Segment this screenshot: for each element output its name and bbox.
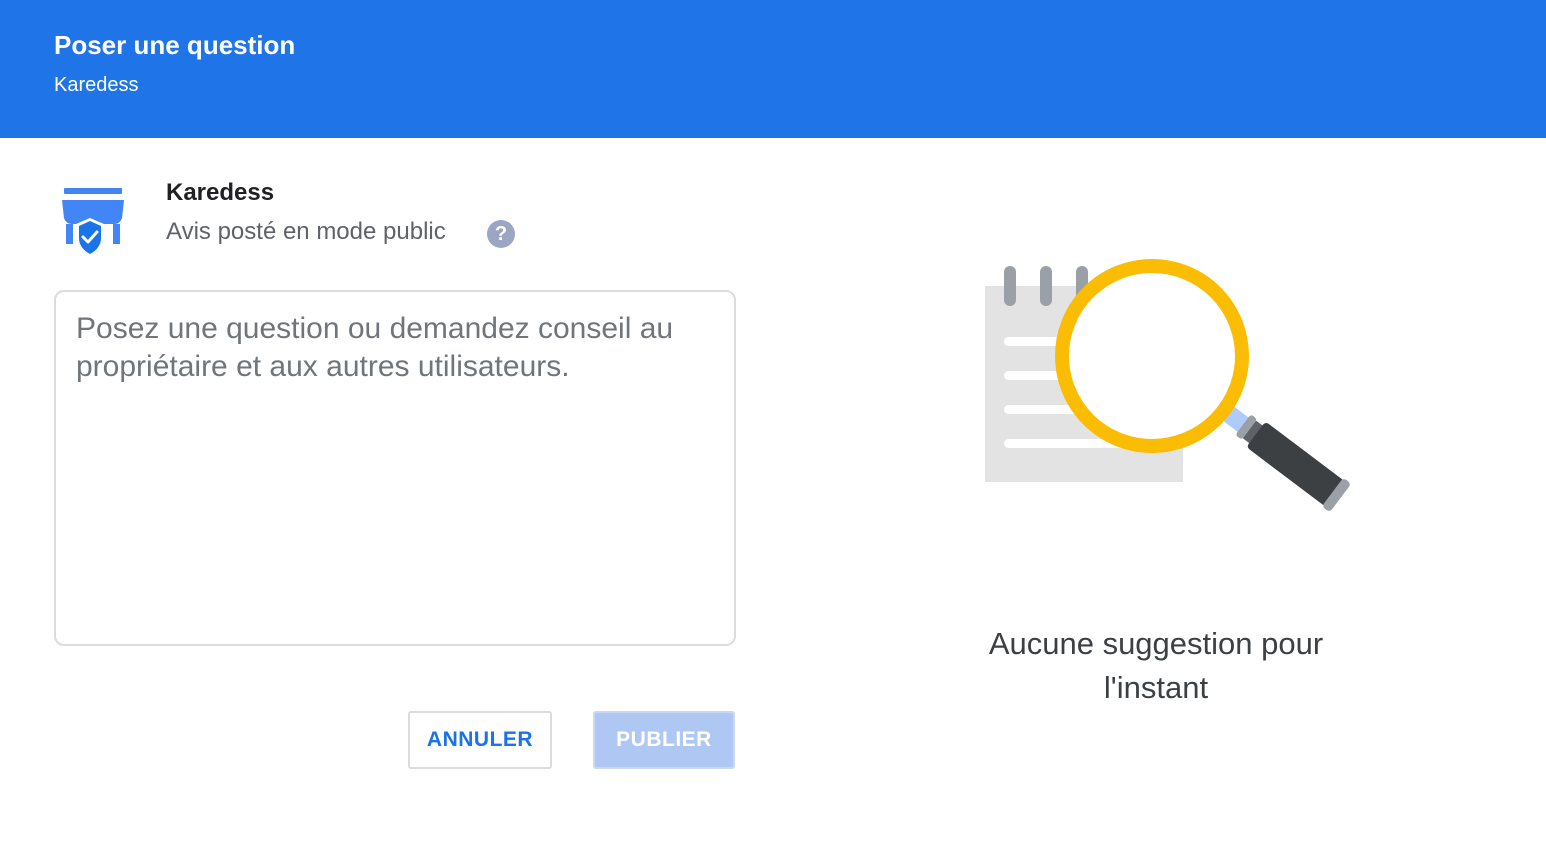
dialog-title: Poser une question (54, 30, 296, 60)
verified-storefront-icon (60, 188, 126, 262)
notepad-magnifier-illustration (960, 250, 1380, 540)
question-input[interactable] (76, 310, 714, 626)
ask-question-page: Poser une question Karedess Karedess Avi… (0, 0, 1546, 846)
visibility-text: Avis posté en mode public (166, 218, 446, 245)
question-field-container (54, 290, 736, 646)
dialog-header: Poser une question Karedess (0, 0, 1546, 138)
publish-button[interactable]: PUBLIER (593, 711, 735, 769)
business-name: Karedess (166, 179, 275, 206)
cancel-button[interactable]: ANNULER (408, 711, 552, 769)
no-suggestions-message: Aucune suggestion pour l'instant (988, 626, 1324, 705)
dialog-subtitle: Karedess (54, 74, 139, 96)
help-circle-icon[interactable]: ? (487, 220, 515, 248)
